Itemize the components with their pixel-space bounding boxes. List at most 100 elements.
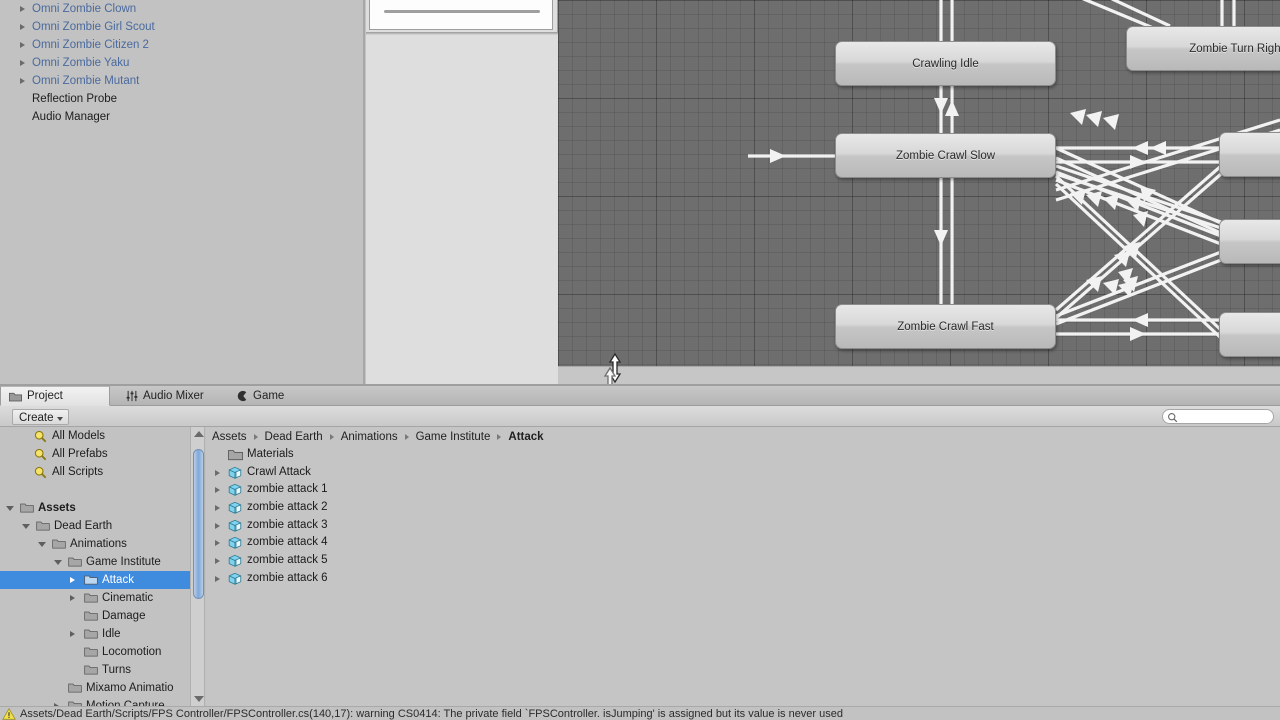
state-node[interactable]: Biting <box>1219 312 1280 357</box>
state-node-label: Crawling Idle <box>912 57 979 70</box>
expand-arrow-icon[interactable] <box>70 577 75 583</box>
project-tree-item[interactable]: Turns <box>0 661 190 679</box>
expand-arrow-icon[interactable] <box>215 575 220 582</box>
file-list-item[interactable]: zombie attack 4 <box>206 534 1280 552</box>
file-list-item[interactable]: zombie attack 6 <box>206 570 1280 588</box>
expand-arrow-icon[interactable] <box>20 78 25 84</box>
file-list-item[interactable]: zombie attack 2 <box>206 499 1280 517</box>
project-tree-scrollbar[interactable] <box>190 427 205 706</box>
expand-arrow-icon[interactable] <box>215 558 220 565</box>
state-node-label: Zombie Crawl Fast <box>897 320 994 333</box>
file-list-item[interactable]: Crawl Attack <box>206 464 1280 482</box>
animator-layer-item[interactable]: Cinematic <box>369 0 553 30</box>
file-list-item-label: zombie attack 5 <box>247 554 328 567</box>
project-file-list[interactable]: Assets Dead Earth Animations Game Institute… <box>206 427 1280 706</box>
folder-icon <box>68 557 82 567</box>
tab-game[interactable]: Game <box>228 386 294 406</box>
project-tree-item[interactable]: Dead Earth <box>0 517 190 535</box>
state-node[interactable]: Zombie Turn Right <box>1126 26 1280 71</box>
state-node[interactable]: Zombie Crawl Fast <box>835 304 1056 349</box>
hierarchy-item-label: Omni Zombie Mutant <box>32 75 140 87</box>
breadcrumb-item[interactable]: Dead Earth <box>265 431 323 443</box>
expand-arrow-icon[interactable] <box>70 595 75 601</box>
project-tree-item[interactable]: All Models <box>0 427 190 445</box>
project-tree-item[interactable]: Idle <box>0 625 190 643</box>
project-tree-item[interactable]: Damage <box>0 607 190 625</box>
animator-state-graph[interactable]: .tl { stroke:#f2f2f2; stroke-width:3.2; … <box>558 0 1280 366</box>
breadcrumb-separator-icon <box>253 433 258 440</box>
expand-arrow-icon[interactable] <box>54 560 62 565</box>
scrollbar-thumb[interactable] <box>193 449 204 599</box>
status-bar[interactable]: Assets/Dead Earth/Scripts/FPS Controller… <box>0 706 1280 720</box>
state-node[interactable]: Left Swipe <box>1219 132 1280 177</box>
search-input[interactable] <box>1162 409 1274 424</box>
hierarchy-item[interactable]: Omni Zombie Yaku <box>0 54 363 72</box>
expand-arrow-icon[interactable] <box>20 42 25 48</box>
expand-arrow-icon[interactable] <box>20 24 25 30</box>
file-list-item[interactable]: Materials <box>206 446 1280 464</box>
expand-arrow-icon[interactable] <box>20 60 25 66</box>
state-node-label: Zombie Crawl Slow <box>895 149 996 162</box>
file-list-item[interactable]: zombie attack 1 <box>206 481 1280 499</box>
animator-horizontal-scrollbar[interactable] <box>558 366 1280 384</box>
hierarchy-item[interactable]: Omni Zombie Clown <box>0 0 363 18</box>
hierarchy-item[interactable]: Omni Zombie Mutant <box>0 72 363 90</box>
expand-arrow-icon[interactable] <box>215 469 220 476</box>
state-node[interactable]: Right Swipe <box>1219 219 1280 264</box>
project-tree-item-label: Motion Capture <box>86 700 165 706</box>
tab-project[interactable]: Project <box>0 386 110 406</box>
breadcrumb-item[interactable]: Animations <box>341 431 398 443</box>
expand-arrow-icon[interactable] <box>215 540 220 547</box>
expand-arrow-icon[interactable] <box>20 6 25 12</box>
model-prefab-icon <box>228 466 242 479</box>
file-list-item[interactable]: zombie attack 5 <box>206 552 1280 570</box>
create-button-label: Create <box>19 412 54 424</box>
project-tree-item[interactable]: Assets <box>0 499 190 517</box>
file-rows: Materials Crawl Attack zombie attack 1 zomb… <box>206 446 1280 706</box>
project-panel: Project Audio Mixer Game Create All Mode… <box>0 386 1280 706</box>
expand-arrow-icon[interactable] <box>6 506 14 511</box>
breadcrumb-item[interactable]: Assets <box>212 431 247 443</box>
animator-side-body <box>366 35 558 384</box>
animator-layer-name: Cinematic <box>392 0 445 1</box>
expand-arrow-icon[interactable] <box>70 631 75 637</box>
project-tree-item[interactable]: Locomotion <box>0 643 190 661</box>
project-tree-item[interactable]: Cinematic <box>0 589 190 607</box>
layer-weight-slider[interactable] <box>384 10 540 13</box>
hierarchy-item[interactable]: Reflection Probe <box>0 90 363 108</box>
breadcrumb-item[interactable]: Attack <box>508 431 543 443</box>
chevron-down-icon <box>56 417 63 421</box>
expand-arrow-icon[interactable] <box>215 487 220 494</box>
expand-arrow-icon[interactable] <box>215 505 220 512</box>
create-button[interactable]: Create <box>12 409 69 425</box>
project-tree-item-label: Locomotion <box>102 646 162 658</box>
expand-arrow-icon[interactable] <box>22 524 30 529</box>
hierarchy-item[interactable]: Omni Zombie Girl Scout <box>0 18 363 36</box>
project-tree-item[interactable]: Game Institute <box>0 553 190 571</box>
scroll-down-icon[interactable] <box>194 696 204 702</box>
state-node[interactable]: Zombie Crawl Slow <box>835 133 1056 178</box>
project-tree-item[interactable]: Attack <box>0 571 190 589</box>
expand-arrow-icon[interactable] <box>215 522 220 529</box>
expand-arrow-icon[interactable] <box>38 542 46 547</box>
project-tree-item[interactable]: Mixamo Animatio <box>0 679 190 697</box>
file-list-item-label: Crawl Attack <box>247 465 311 478</box>
breadcrumb-separator-icon <box>329 433 334 440</box>
hierarchy-item-label: Omni Zombie Yaku <box>32 57 130 69</box>
hierarchy-item[interactable]: Omni Zombie Citizen 2 <box>0 36 363 54</box>
file-list-item-label: Materials <box>247 448 294 460</box>
hierarchy-animator-divider[interactable] <box>363 0 365 384</box>
file-list-item[interactable]: zombie attack 3 <box>206 517 1280 535</box>
project-tree-item[interactable]: Motion Capture <box>0 697 190 706</box>
project-tree-item[interactable]: All Scripts <box>0 463 190 481</box>
project-tree-item[interactable]: All Prefabs <box>0 445 190 463</box>
state-node[interactable]: Crawling Idle <box>835 41 1056 86</box>
project-tree-item[interactable]: Animations <box>0 535 190 553</box>
breadcrumb-item[interactable]: Game Institute <box>416 431 491 443</box>
project-tree-item-label: All Prefabs <box>52 448 108 460</box>
unity-editor-window: Omni Zombie Clown Omni Zombie Girl Scout O… <box>0 0 1280 720</box>
project-tree[interactable]: All Models All Prefabs All Scripts Assets De… <box>0 427 190 706</box>
hierarchy-item[interactable]: Audio Manager <box>0 108 363 126</box>
scroll-up-icon[interactable] <box>194 431 204 437</box>
tab-audio-mixer[interactable]: Audio Mixer <box>118 386 214 406</box>
